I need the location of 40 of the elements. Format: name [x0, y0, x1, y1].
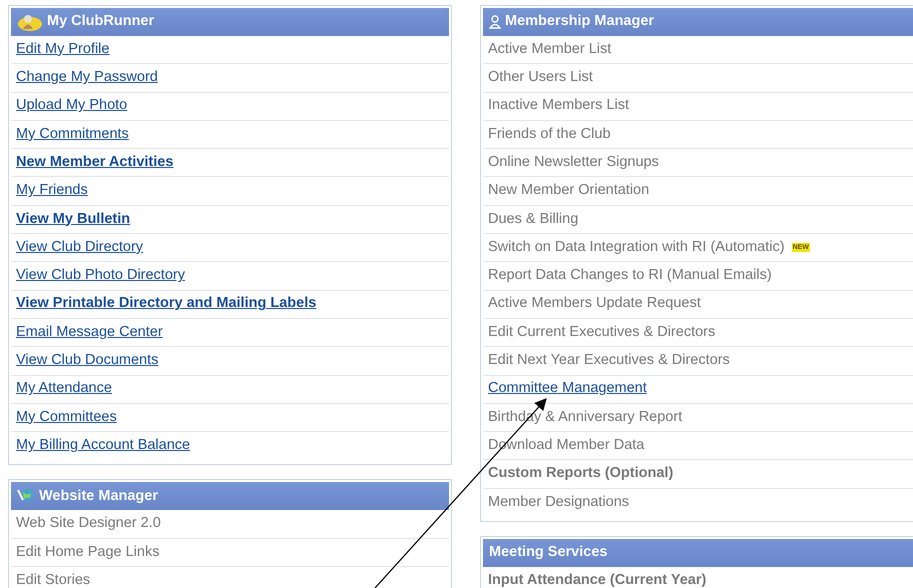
menu-item[interactable]: Custom Reports (Optional) — [488, 463, 674, 485]
menu-item[interactable]: Online Newsletter Signups — [488, 152, 659, 174]
panel-title: Membership Manager — [505, 12, 654, 32]
menu-link[interactable]: View Club Documents — [16, 350, 158, 372]
menu-link[interactable]: My Commitments — [16, 124, 129, 146]
menu-link[interactable]: Email Message Center — [16, 322, 163, 344]
menu-item[interactable]: Web Site Designer 2.0 — [16, 513, 161, 535]
menu-link[interactable]: New Member Activities — [16, 152, 174, 174]
panel-title: My ClubRunner — [47, 12, 154, 32]
menu-link[interactable]: My Attendance — [16, 378, 112, 400]
menu-link[interactable]: My Friends — [16, 180, 88, 202]
menu-link[interactable]: View Printable Directory and Mailing Labels — [16, 293, 316, 316]
menu-item[interactable]: Switch on Data Integration with RI (Automatic) — [488, 236, 785, 259]
figure-icon — [17, 13, 43, 31]
menu-link[interactable]: Upload My Photo — [16, 95, 128, 118]
menu-item[interactable]: Dues & Billing — [488, 208, 578, 230]
menu-link[interactable]: View Club Photo Directory — [16, 265, 185, 287]
menu-link[interactable]: My Billing Account Balance — [16, 435, 190, 458]
menu-item[interactable]: Active Member List — [488, 38, 612, 61]
menu-item[interactable]: Report Data Changes to RI (Manual Emails) — [488, 265, 772, 287]
menu-link[interactable]: View My Bulletin — [16, 208, 130, 230]
menu-item[interactable]: Edit Next Year Executives & Directors — [488, 350, 730, 372]
menu-item[interactable]: Edit Current Executives & Directors — [488, 322, 716, 344]
menu-item[interactable]: Inactive Members List — [488, 95, 630, 118]
menu-link[interactable]: Committee Management — [488, 378, 647, 400]
menu-link[interactable]: My Committees — [16, 406, 117, 428]
person-icon — [489, 15, 501, 29]
panel-title: Meeting Services — [489, 543, 608, 562]
menu-link[interactable]: Change My Password — [16, 67, 158, 89]
menu-link[interactable]: View Club Directory — [16, 236, 144, 259]
menu-item[interactable]: Active Members Update Request — [488, 293, 701, 316]
menu-item[interactable]: Input Attendance (Current Year) — [488, 570, 706, 588]
menu-link[interactable]: Edit My Profile — [16, 38, 110, 61]
menu-item[interactable]: Edit Home Page Links — [16, 542, 160, 564]
menu-item[interactable]: Edit Stories — [16, 570, 90, 588]
panel-title: Website Manager — [39, 486, 158, 506]
menu-item[interactable]: Other Users List — [488, 67, 593, 89]
menu-item[interactable]: New Member Orientation — [488, 180, 650, 202]
menu-item[interactable]: Member Designations — [488, 492, 630, 514]
menu-item[interactable]: Friends of the Club — [488, 124, 611, 146]
